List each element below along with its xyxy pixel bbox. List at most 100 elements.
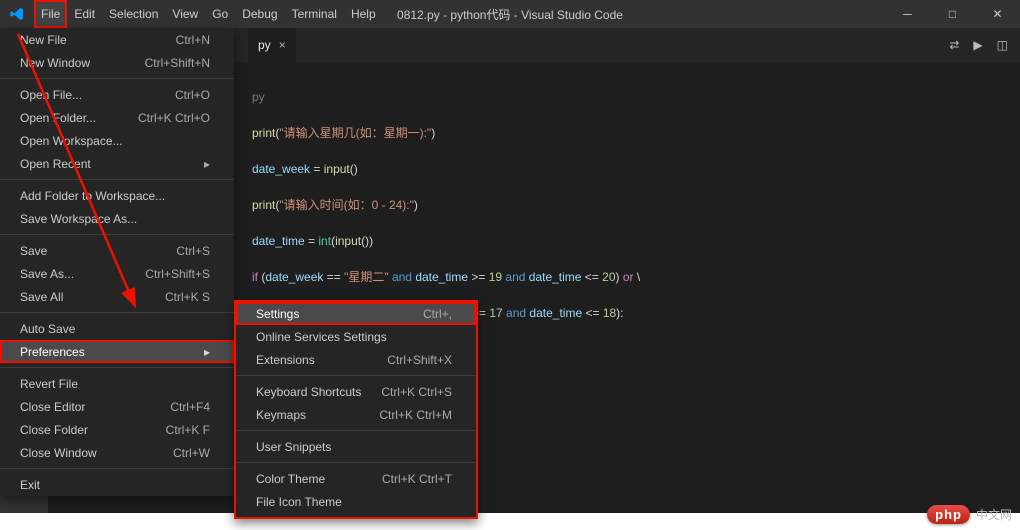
menu-item-open-folder[interactable]: Open Folder...Ctrl+K Ctrl+O bbox=[0, 106, 234, 129]
menu-item-label: Save As... bbox=[20, 267, 145, 281]
menu-item-label: User Snippets bbox=[256, 440, 452, 454]
menu-item-label: Settings bbox=[256, 307, 423, 321]
menu-item-label: Save bbox=[20, 244, 176, 258]
menu-item-close-window[interactable]: Close WindowCtrl+W bbox=[0, 441, 234, 464]
menu-separator bbox=[0, 312, 234, 313]
menu-item-shortcut: Ctrl+O bbox=[175, 88, 210, 102]
menu-item-shortcut: Ctrl+, bbox=[423, 307, 452, 321]
menu-item-label: Close Editor bbox=[20, 400, 170, 414]
preferences-submenu: SettingsCtrl+, Online Services Settings Ex… bbox=[234, 300, 478, 519]
menu-item-keyboard-shortcuts[interactable]: Keyboard ShortcutsCtrl+K Ctrl+S bbox=[236, 380, 476, 403]
menu-item-label: Revert File bbox=[20, 377, 210, 391]
chevron-right-icon: ▸ bbox=[204, 345, 210, 359]
menu-item-save-all[interactable]: Save AllCtrl+K S bbox=[0, 285, 234, 308]
menu-item-preferences[interactable]: Preferences▸ bbox=[0, 340, 234, 363]
menu-item-save-workspace-as[interactable]: Save Workspace As... bbox=[0, 207, 234, 230]
menu-item-shortcut: Ctrl+K Ctrl+O bbox=[138, 111, 210, 125]
watermark: php 中文网 bbox=[927, 505, 1012, 524]
menu-item-shortcut: Ctrl+K F bbox=[166, 423, 210, 437]
menu-help[interactable]: Help bbox=[344, 0, 383, 28]
menu-item-shortcut: Ctrl+S bbox=[176, 244, 210, 258]
menu-item-auto-save[interactable]: Auto Save bbox=[0, 317, 234, 340]
menu-item-add-folder-to-workspace[interactable]: Add Folder to Workspace... bbox=[0, 184, 234, 207]
title-bar: File Edit Selection View Go Debug Termin… bbox=[0, 0, 1020, 28]
menu-separator bbox=[0, 179, 234, 180]
menu-selection[interactable]: Selection bbox=[102, 0, 165, 28]
menu-separator bbox=[236, 430, 476, 431]
menu-item-open-recent[interactable]: Open Recent▸ bbox=[0, 152, 234, 175]
menu-go[interactable]: Go bbox=[205, 0, 235, 28]
menu-item-label: Keymaps bbox=[256, 408, 379, 422]
menu-item-shortcut: Ctrl+N bbox=[176, 33, 210, 47]
tab-label: py bbox=[258, 38, 271, 52]
menu-item-label: Save All bbox=[20, 290, 165, 304]
menu-item-label: Open File... bbox=[20, 88, 175, 102]
menu-separator bbox=[0, 468, 234, 469]
menu-separator bbox=[0, 234, 234, 235]
menu-item-label: Close Window bbox=[20, 446, 173, 460]
menu-edit[interactable]: Edit bbox=[67, 0, 102, 28]
vscode-logo-icon bbox=[0, 0, 34, 28]
menu-item-label: Auto Save bbox=[20, 322, 210, 336]
menu-item-label: Online Services Settings bbox=[256, 330, 452, 344]
menu-item-label: Open Workspace... bbox=[20, 134, 210, 148]
menu-view[interactable]: View bbox=[165, 0, 205, 28]
menu-item-online-services-settings[interactable]: Online Services Settings bbox=[236, 325, 476, 348]
run-icon[interactable]: ▶ bbox=[973, 38, 982, 52]
menu-separator bbox=[236, 462, 476, 463]
menu-file[interactable]: File bbox=[34, 0, 67, 28]
menu-item-shortcut: Ctrl+K S bbox=[165, 290, 210, 304]
close-button[interactable]: ✕ bbox=[975, 0, 1020, 28]
menu-separator bbox=[0, 367, 234, 368]
menu-item-shortcut: Ctrl+F4 bbox=[170, 400, 210, 414]
menu-item-user-snippets[interactable]: User Snippets bbox=[236, 435, 476, 458]
menu-item-exit[interactable]: Exit bbox=[0, 473, 234, 496]
menu-item-open-workspace[interactable]: Open Workspace... bbox=[0, 129, 234, 152]
split-editor-icon[interactable]: ◫ bbox=[997, 38, 1008, 52]
menu-item-label: Open Folder... bbox=[20, 111, 138, 125]
menu-item-shortcut: Ctrl+K Ctrl+S bbox=[381, 385, 452, 399]
menu-item-new-window[interactable]: New WindowCtrl+Shift+N bbox=[0, 51, 234, 74]
menu-item-label: Exit bbox=[20, 478, 210, 492]
menu-item-label: Add Folder to Workspace... bbox=[20, 189, 210, 203]
menu-item-shortcut: Ctrl+W bbox=[173, 446, 210, 460]
menu-item-label: Close Folder bbox=[20, 423, 166, 437]
menu-item-extensions[interactable]: ExtensionsCtrl+Shift+X bbox=[236, 348, 476, 371]
editor-tab[interactable]: py × bbox=[248, 28, 296, 62]
menu-item-new-file[interactable]: New FileCtrl+N bbox=[0, 28, 234, 51]
menu-separator bbox=[236, 375, 476, 376]
menu-item-settings[interactable]: SettingsCtrl+, bbox=[236, 302, 476, 325]
close-icon[interactable]: × bbox=[279, 38, 286, 52]
compare-icon[interactable]: ⇄ bbox=[949, 38, 959, 52]
menu-item-file-icon-theme[interactable]: File Icon Theme bbox=[236, 490, 476, 513]
menu-item-shortcut: Ctrl+Shift+X bbox=[387, 353, 452, 367]
menu-item-close-editor[interactable]: Close EditorCtrl+F4 bbox=[0, 395, 234, 418]
minimize-button[interactable]: ─ bbox=[885, 0, 930, 28]
menu-item-label: File Icon Theme bbox=[256, 495, 452, 509]
menu-item-revert-file[interactable]: Revert File bbox=[0, 372, 234, 395]
menu-item-shortcut: Ctrl+Shift+S bbox=[145, 267, 210, 281]
menu-item-keymaps[interactable]: KeymapsCtrl+K Ctrl+M bbox=[236, 403, 476, 426]
menu-terminal[interactable]: Terminal bbox=[285, 0, 344, 28]
menu-item-open-file[interactable]: Open File...Ctrl+O bbox=[0, 83, 234, 106]
menu-separator bbox=[0, 78, 234, 79]
menu-debug[interactable]: Debug bbox=[235, 0, 284, 28]
menu-item-close-folder[interactable]: Close FolderCtrl+K F bbox=[0, 418, 234, 441]
menu-item-label: Preferences bbox=[20, 345, 204, 359]
menu-item-color-theme[interactable]: Color ThemeCtrl+K Ctrl+T bbox=[236, 467, 476, 490]
chevron-right-icon: ▸ bbox=[204, 157, 210, 171]
menu-item-label: Open Recent bbox=[20, 157, 204, 171]
watermark-text: 中文网 bbox=[976, 506, 1012, 523]
maximize-button[interactable]: □ bbox=[930, 0, 975, 28]
menu-item-label: Save Workspace As... bbox=[20, 212, 210, 226]
menu-item-save[interactable]: SaveCtrl+S bbox=[0, 239, 234, 262]
menu-item-shortcut: Ctrl+K Ctrl+T bbox=[382, 472, 452, 486]
menu-item-label: New Window bbox=[20, 56, 145, 70]
file-menu-panel: New FileCtrl+NNew WindowCtrl+Shift+NOpen… bbox=[0, 28, 234, 496]
menu-item-label: Keyboard Shortcuts bbox=[256, 385, 381, 399]
menu-item-save-as[interactable]: Save As...Ctrl+Shift+S bbox=[0, 262, 234, 285]
menu-item-label: New File bbox=[20, 33, 176, 47]
breadcrumb: py bbox=[102, 88, 1020, 106]
menu-item-label: Color Theme bbox=[256, 472, 382, 486]
menu-item-shortcut: Ctrl+K Ctrl+M bbox=[379, 408, 452, 422]
